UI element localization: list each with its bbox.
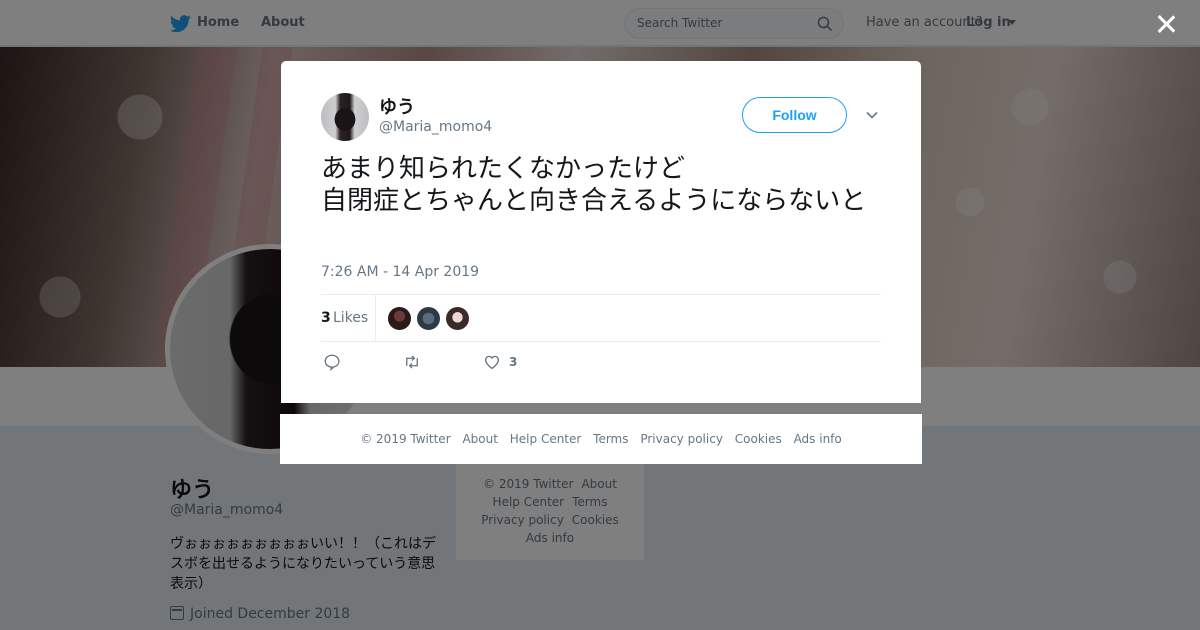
footer-copyright: © 2019 Twitter [360, 432, 451, 446]
reply-icon[interactable] [323, 353, 341, 372]
footer-help-link[interactable]: Help Center [510, 432, 582, 446]
modal-footer: © 2019 Twitter About Help Center Terms P… [280, 414, 922, 464]
stats-divider [375, 295, 376, 341]
tweet-author-handle[interactable]: @Maria_momo4 [379, 119, 492, 135]
follow-button[interactable]: Follow [742, 97, 847, 133]
footer-terms-link[interactable]: Terms [593, 432, 628, 446]
tweet-author-name[interactable]: ゆう [379, 93, 415, 119]
reply-button[interactable] [323, 353, 341, 373]
like-button[interactable]: 3 [483, 353, 517, 373]
chevron-down-icon[interactable] [866, 109, 878, 121]
liker-avatar[interactable] [416, 306, 441, 331]
tweet-actions: 3 [321, 353, 881, 373]
retweet-button[interactable] [403, 353, 421, 373]
tweet-text: あまり知られたくなかったけど 自閉症とちゃんと向き合えるようにならないと [321, 154, 867, 216]
liker-avatar[interactable] [387, 306, 412, 331]
likes-label[interactable]: Likes [333, 310, 368, 326]
footer-privacy-link[interactable]: Privacy policy [640, 432, 723, 446]
heart-icon[interactable] [483, 353, 501, 371]
retweet-icon[interactable] [403, 353, 421, 371]
tweet-modal: ゆう @Maria_momo4 Follow あまり知られたくなかったけど 自閉… [281, 61, 921, 403]
footer-cookies-link[interactable]: Cookies [735, 432, 782, 446]
tweet-stats: 3 Likes [321, 294, 881, 342]
footer-about-link[interactable]: About [462, 432, 497, 446]
like-action-count: 3 [509, 355, 518, 369]
close-icon[interactable] [1154, 12, 1178, 36]
liker-avatar[interactable] [445, 306, 470, 331]
tweet-author-avatar[interactable] [321, 93, 369, 141]
likes-count[interactable]: 3 [321, 310, 331, 326]
tweet-timestamp[interactable]: 7:26 AM - 14 Apr 2019 [321, 264, 479, 280]
footer-ads-link[interactable]: Ads info [794, 432, 842, 446]
